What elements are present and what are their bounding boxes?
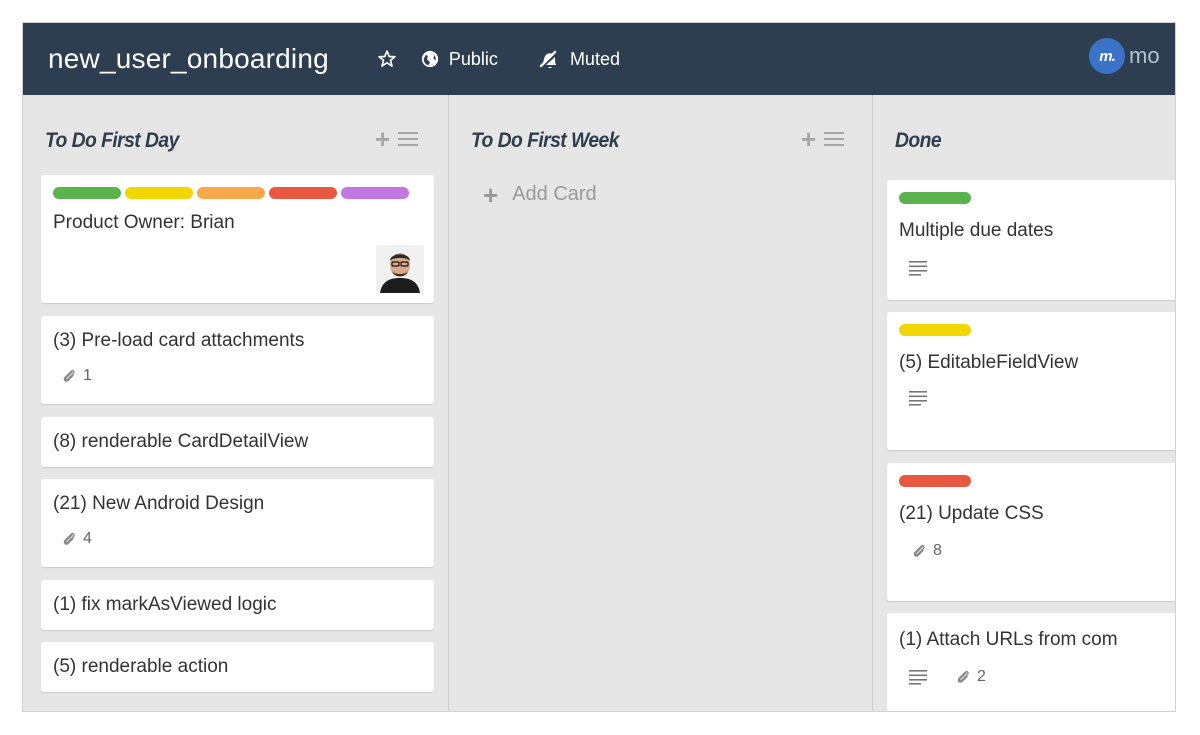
label-green <box>53 187 121 199</box>
card-title: (8) renderable CardDetailView <box>53 431 309 452</box>
avatar[interactable] <box>376 245 424 293</box>
board-frame: new_user_onboarding Public Muted m. mo T… <box>22 22 1176 712</box>
description-icon <box>909 670 927 685</box>
card[interactable]: (1) fix markAsViewed logic <box>41 580 434 630</box>
description-icon <box>909 391 927 406</box>
muted-bell-icon <box>539 50 557 69</box>
logo-mark: m. <box>1089 38 1125 74</box>
label-yellow <box>899 324 971 336</box>
card-labels <box>53 187 413 199</box>
card[interactable]: Product Owner: Brian <box>41 175 434 303</box>
app-logo[interactable]: m. mo <box>1089 38 1160 74</box>
card-title: (21) Update CSS <box>899 503 1044 524</box>
card[interactable]: (21) New Android Design 4 <box>41 479 434 567</box>
list-title[interactable]: To Do First Week <box>471 129 619 153</box>
attachment-count: 4 <box>61 530 92 548</box>
board-header: new_user_onboarding Public Muted m. mo <box>23 23 1175 95</box>
list-menu-icon[interactable] <box>824 131 845 147</box>
attachment-count-value: 4 <box>83 530 92 547</box>
globe-icon <box>421 50 439 68</box>
star-icon[interactable] <box>377 49 397 69</box>
avatar-image <box>376 245 424 293</box>
visibility-label: Public <box>448 48 498 69</box>
attachment-count-value: 8 <box>933 542 942 559</box>
label-yellow <box>125 187 193 199</box>
description-icon <box>909 261 927 276</box>
card[interactable]: (8) renderable CardDetailView <box>41 417 434 467</box>
add-card-plus-icon[interactable]: + <box>801 126 816 152</box>
mute-label: Muted <box>569 48 620 69</box>
card-title: (21) New Android Design <box>53 493 265 514</box>
card[interactable]: (21) Update CSS 8 <box>887 463 1175 601</box>
logo-text: mo <box>1129 43 1160 68</box>
label-red <box>269 187 337 199</box>
card-title: (1) Attach URLs from com <box>899 629 1118 650</box>
add-card-label: Add Card <box>512 183 597 205</box>
label-red <box>899 475 971 487</box>
card-title: (3) Pre-load card attachments <box>53 330 305 351</box>
card[interactable]: Multiple due dates <box>887 180 1175 300</box>
add-card-plus-icon[interactable]: + <box>375 126 390 152</box>
paperclip-icon <box>63 369 75 382</box>
plus-icon: + <box>483 179 499 210</box>
add-card-button[interactable]: + Add Card <box>483 179 597 210</box>
paperclip-icon <box>913 544 925 557</box>
card-labels <box>899 192 975 204</box>
list-done: Done Multiple due dates (5) EditableFiel… <box>873 95 1175 711</box>
label-green <box>899 192 971 204</box>
paperclip-icon <box>957 670 969 683</box>
board-title[interactable]: new_user_onboarding <box>48 43 329 75</box>
attachment-count-value: 1 <box>83 367 92 384</box>
list-controls: + <box>801 126 845 152</box>
card[interactable]: (3) Pre-load card attachments 1 <box>41 316 434 404</box>
attachment-count: 8 <box>911 542 942 560</box>
attachment-count: 1 <box>61 367 92 385</box>
attachment-count-value: 2 <box>977 668 986 685</box>
list-title[interactable]: To Do First Day <box>45 129 179 153</box>
mute-button[interactable]: Muted <box>536 48 620 70</box>
list-controls: + <box>375 126 419 152</box>
card[interactable]: (1) Attach URLs from com 2 <box>887 613 1175 711</box>
label-orange <box>197 187 265 199</box>
attachment-count: 2 <box>955 668 986 686</box>
paperclip-icon <box>63 532 75 545</box>
card-title: Product Owner: Brian <box>53 212 235 233</box>
card-labels <box>899 324 975 336</box>
card-title: (5) EditableFieldView <box>899 352 1079 373</box>
list-menu-icon[interactable] <box>398 131 419 147</box>
card-title: Multiple due dates <box>899 220 1054 241</box>
card[interactable]: (5) EditableFieldView <box>887 312 1175 450</box>
label-purple <box>341 187 409 199</box>
card-labels <box>899 475 975 487</box>
card-title: (5) renderable action <box>53 656 229 677</box>
card-title: (1) fix markAsViewed logic <box>53 594 277 615</box>
visibility-button[interactable]: Public <box>421 49 498 70</box>
card[interactable]: (5) renderable action <box>41 642 434 692</box>
list-to-do-first-day: To Do First Day + Product Owner: Brian (… <box>23 95 449 711</box>
list-title[interactable]: Done <box>895 129 942 153</box>
list-to-do-first-week: To Do First Week + + Add Card <box>449 95 873 711</box>
